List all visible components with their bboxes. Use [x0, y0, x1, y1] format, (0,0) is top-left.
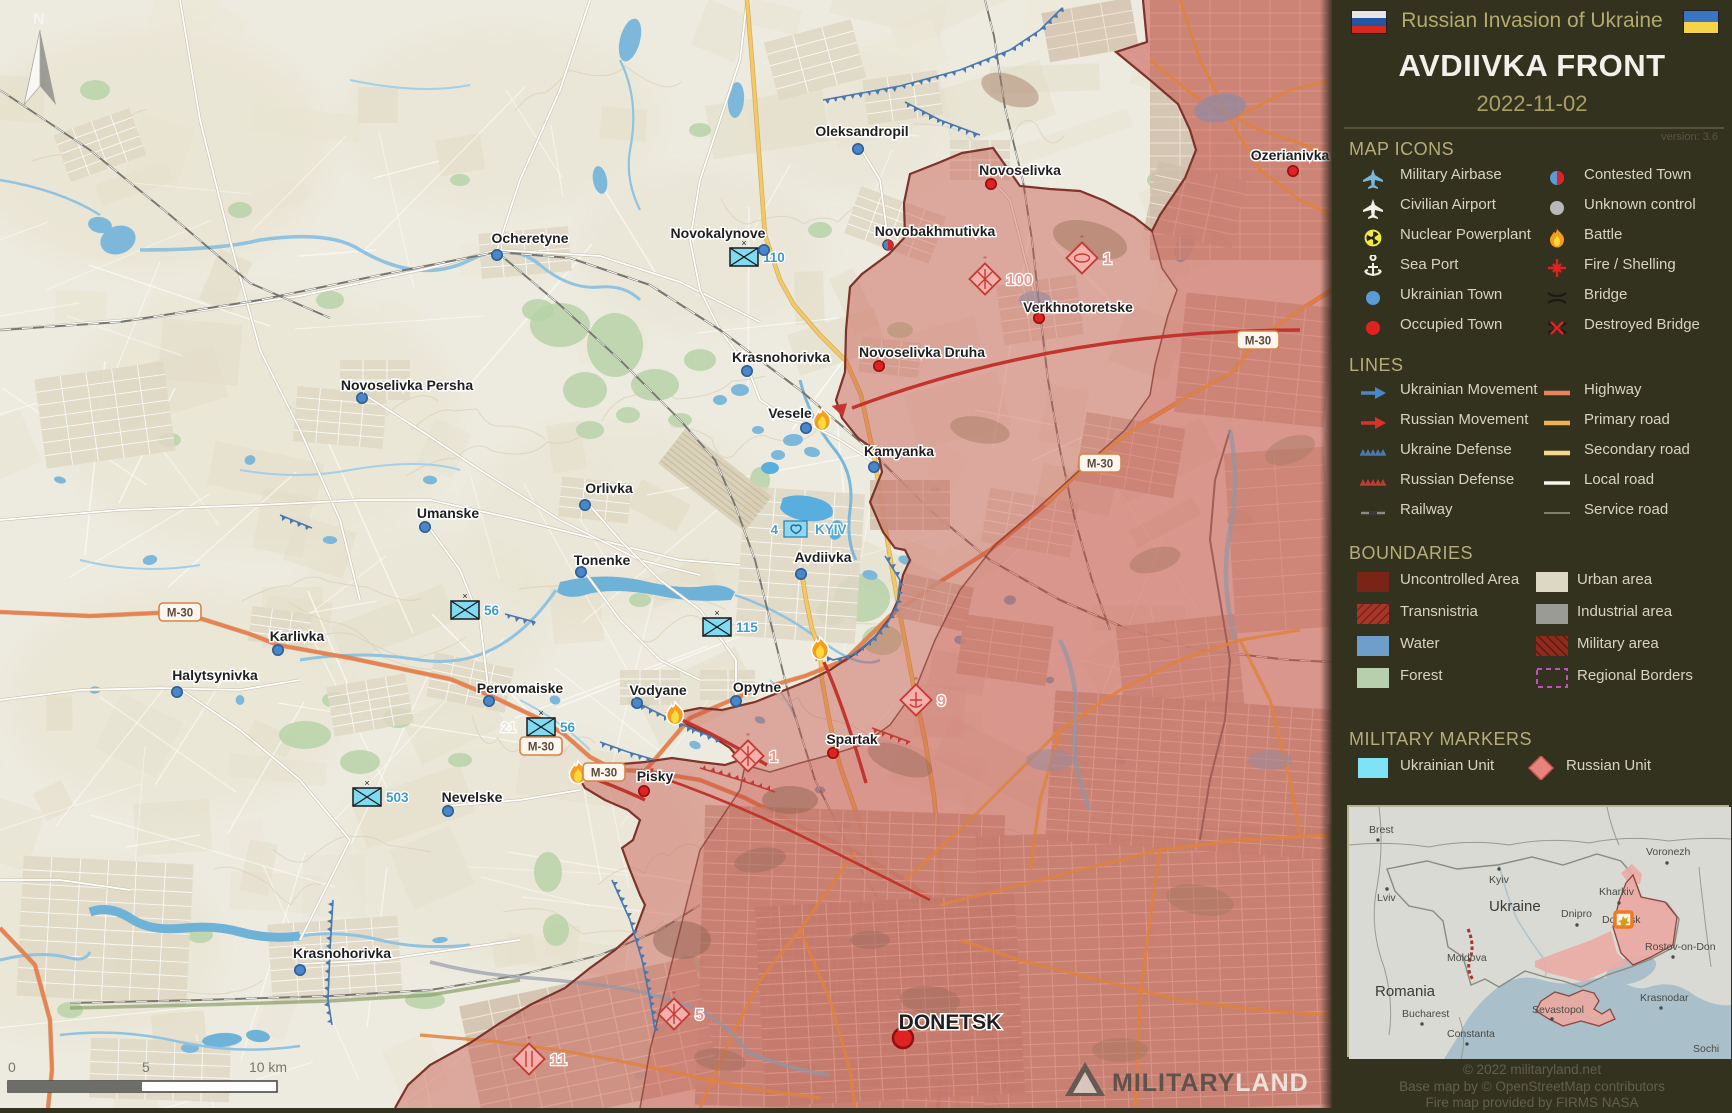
- svg-text:56: 56: [560, 720, 576, 735]
- svg-text:Krasnodar: Krasnodar: [1640, 992, 1689, 1004]
- svg-text:Rostov-on-Don: Rostov-on-Don: [1645, 941, 1716, 953]
- svg-text:Karlivka: Karlivka: [270, 628, 325, 644]
- svg-text:Voronezh: Voronezh: [1646, 846, 1691, 858]
- svg-text:503: 503: [386, 790, 409, 805]
- svg-text:0: 0: [8, 1059, 16, 1075]
- svg-text:Kharkiv: Kharkiv: [1599, 886, 1635, 898]
- svg-text:Vesele: Vesele: [768, 405, 812, 421]
- svg-text:M-30: M-30: [591, 768, 617, 780]
- svg-text:Sochi: Sochi: [1693, 1043, 1719, 1055]
- svg-text:1: 1: [1103, 251, 1112, 268]
- svg-text:Romania: Romania: [1375, 983, 1436, 1000]
- svg-text:Ozerianivka: Ozerianivka: [1251, 147, 1330, 163]
- svg-text:N: N: [33, 11, 45, 28]
- svg-text:Novoselivka Druha: Novoselivka Druha: [859, 344, 985, 360]
- svg-text:Orlivka: Orlivka: [585, 480, 633, 496]
- svg-text:5: 5: [142, 1059, 150, 1075]
- svg-text:Spartak: Spartak: [826, 731, 878, 747]
- svg-text:Dnipro: Dnipro: [1561, 908, 1592, 920]
- svg-text:56: 56: [484, 603, 500, 618]
- svg-text:×: ×: [714, 608, 719, 618]
- svg-text:Lviv: Lviv: [1377, 892, 1396, 904]
- svg-text:Opytne: Opytne: [733, 679, 781, 695]
- svg-text:Kyiv: Kyiv: [1489, 874, 1510, 886]
- svg-text:5: 5: [695, 1007, 704, 1024]
- svg-text:KYIV: KYIV: [815, 522, 847, 537]
- svg-text:Novoselivka: Novoselivka: [979, 162, 1061, 178]
- svg-text:100: 100: [1006, 272, 1033, 289]
- svg-text:×: ×: [364, 778, 369, 788]
- svg-text:4: 4: [771, 522, 779, 537]
- svg-text:Tonenke: Tonenke: [574, 552, 631, 568]
- svg-text:Krasnohorivka: Krasnohorivka: [293, 945, 391, 961]
- svg-text:Umanske: Umanske: [417, 505, 479, 521]
- svg-text:115: 115: [736, 620, 758, 635]
- svg-text:Ocheretyne: Ocheretyne: [491, 230, 568, 246]
- svg-text:Nevelske: Nevelske: [442, 789, 503, 805]
- svg-text:M-30: M-30: [1245, 336, 1271, 348]
- svg-text:11: 11: [550, 1052, 567, 1069]
- svg-text:Novobakhmutivka: Novobakhmutivka: [875, 223, 996, 239]
- svg-text:Pisky: Pisky: [637, 768, 674, 784]
- svg-text:M-30: M-30: [528, 742, 554, 754]
- svg-text:Novokalynove: Novokalynove: [671, 225, 766, 241]
- svg-text:Verkhnotoretske: Verkhnotoretske: [1023, 299, 1133, 315]
- svg-text:M-30: M-30: [1087, 459, 1113, 471]
- svg-text:×: ×: [538, 708, 543, 718]
- svg-text:×: ×: [462, 591, 467, 601]
- svg-text:Halytsynivka: Halytsynivka: [172, 667, 258, 683]
- svg-text:21: 21: [501, 720, 517, 735]
- svg-text:Avdiivka: Avdiivka: [794, 549, 851, 565]
- svg-text:Krasnohorivka: Krasnohorivka: [732, 349, 830, 365]
- svg-text:Vodyane: Vodyane: [629, 682, 687, 698]
- svg-text:9: 9: [937, 693, 946, 710]
- svg-text:DONETSK: DONETSK: [899, 1011, 1002, 1034]
- svg-text:Novoselivka Persha: Novoselivka Persha: [341, 377, 474, 393]
- svg-text:10 km: 10 km: [249, 1059, 287, 1075]
- svg-text:Bucharest: Bucharest: [1402, 1008, 1449, 1020]
- svg-text:Brest: Brest: [1369, 824, 1394, 836]
- svg-text:1: 1: [769, 749, 778, 766]
- svg-text:Constanta: Constanta: [1447, 1028, 1495, 1040]
- svg-text:Moldova: Moldova: [1447, 952, 1487, 964]
- svg-text:M-30: M-30: [167, 608, 193, 620]
- svg-text:Oleksandropil: Oleksandropil: [815, 123, 908, 139]
- svg-text:Ukraine: Ukraine: [1489, 898, 1541, 915]
- svg-text:Kamyanka: Kamyanka: [864, 443, 934, 459]
- svg-text:Pervomaiske: Pervomaiske: [477, 680, 564, 696]
- svg-text:Sevastopol: Sevastopol: [1532, 1004, 1584, 1016]
- svg-text:MILITARYLAND: MILITARYLAND: [1112, 1069, 1309, 1097]
